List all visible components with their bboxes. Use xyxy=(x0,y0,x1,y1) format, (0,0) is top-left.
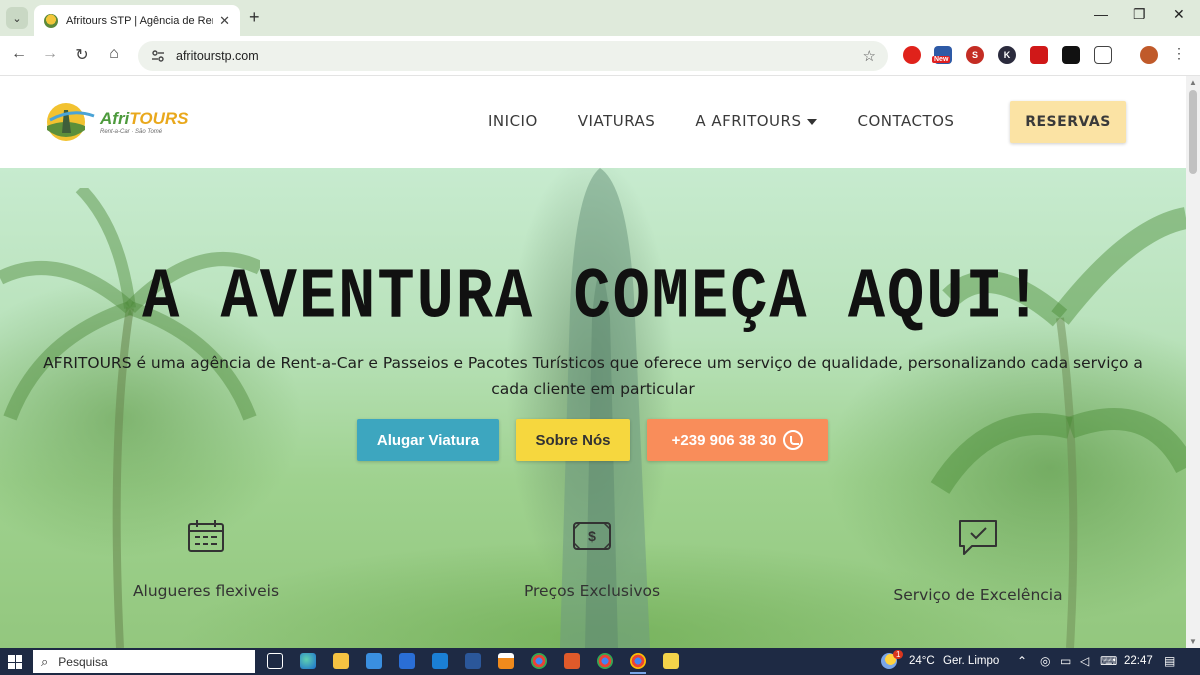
address-bar[interactable]: afritourstp.com ☆ xyxy=(138,41,888,71)
edge-browser-icon[interactable] xyxy=(300,653,316,669)
taskbar-search-box[interactable]: ⌕ Pesquisa xyxy=(33,650,255,673)
search-icon: ⌕ xyxy=(41,653,49,669)
windows-start-icon[interactable] xyxy=(8,655,22,669)
weather-temperature[interactable]: 24°C xyxy=(909,655,935,667)
tab-close-icon[interactable]: ✕ xyxy=(219,13,230,29)
page-scrollbar[interactable]: ▲ ▼ xyxy=(1186,76,1200,648)
vlc-icon[interactable] xyxy=(498,653,514,669)
chrome-profile-icon[interactable] xyxy=(597,653,613,669)
chat-check-icon xyxy=(959,520,997,555)
afritours-logo[interactable]: AfriTOURS Rent-a-Car · São Tomé xyxy=(44,100,188,144)
tab-search-button[interactable]: ⌄ xyxy=(6,7,28,29)
restore-button[interactable]: ❐ xyxy=(1133,6,1146,23)
file-explorer-icon[interactable] xyxy=(333,653,349,669)
browser-tabstrip: ⌄ Afritours STP | Agência de Rent ✕ + — … xyxy=(0,0,1200,36)
opera-extension-icon[interactable] xyxy=(903,46,921,64)
chevron-down-icon: ⌄ xyxy=(12,12,22,25)
logo-text-tours: TOURS xyxy=(129,108,189,128)
calendar-icon xyxy=(188,520,224,552)
main-navigation: INICIO VIATURAS A AFRITOURS CONTACTOS xyxy=(488,112,994,130)
sticky-notes-icon[interactable] xyxy=(663,653,679,669)
address-url: afritourstp.com xyxy=(176,49,259,63)
taskbar-clock[interactable]: 22:47 xyxy=(1124,655,1153,667)
logo-text-afri: Afri xyxy=(100,108,130,128)
site-header: AfriTOURS Rent-a-Car · São Tomé INICIO V… xyxy=(0,76,1186,168)
tab-title: Afritours STP | Agência de Rent xyxy=(66,14,214,27)
chrome-active-icon[interactable] xyxy=(630,653,646,669)
scroll-up-arrow-icon[interactable]: ▲ xyxy=(1189,78,1197,87)
app-orange-icon[interactable] xyxy=(564,653,580,669)
svg-text:$: $ xyxy=(588,528,596,544)
phone-number: +239 906 38 30 xyxy=(671,431,777,449)
tray-chevron-up-icon[interactable]: ⌃ xyxy=(1017,654,1027,668)
tray-network-icon[interactable]: ◎ xyxy=(1040,654,1050,668)
nav-link-afritours[interactable]: A AFRITOURS xyxy=(695,112,818,130)
nav-link-viaturas[interactable]: VIATURAS xyxy=(578,112,656,130)
new-tab-button[interactable]: + xyxy=(249,8,260,26)
dark-extension-icon[interactable] xyxy=(1062,46,1080,64)
mail-icon[interactable] xyxy=(399,653,415,669)
hero-title: A AVENTURA COMEÇA AQUI! xyxy=(142,256,1044,339)
app-icon[interactable] xyxy=(432,653,448,669)
nav-link-contactos[interactable]: CONTACTOS xyxy=(857,112,954,130)
weather-description[interactable]: Ger. Limpo xyxy=(943,655,999,667)
whatsapp-icon xyxy=(783,430,804,450)
windows-taskbar: ⌕ Pesquisa 1 24°C Ger. Limpo ⌃ ◎ ▭ ◁ ⌨ 2… xyxy=(0,648,1200,675)
nav-link-inicio[interactable]: INICIO xyxy=(488,112,538,130)
notifications-icon[interactable]: ▤ xyxy=(1164,654,1175,668)
task-view-icon[interactable] xyxy=(267,653,283,669)
taskbar-search-placeholder: Pesquisa xyxy=(58,654,108,669)
browser-tab-active[interactable]: Afritours STP | Agência de Rent ✕ xyxy=(34,5,240,36)
profile-avatar[interactable] xyxy=(1140,46,1158,64)
chrome-icon[interactable] xyxy=(531,653,547,669)
logo-tagline: Rent-a-Car · São Tomé xyxy=(100,128,163,135)
reservas-button[interactable]: RESERVAS xyxy=(1010,101,1126,143)
web-page: AfriTOURS Rent-a-Car · São Tomé INICIO V… xyxy=(0,76,1186,648)
word-icon[interactable] xyxy=(465,653,481,669)
feature-label: Alugueres flexiveis xyxy=(132,582,280,600)
feature-excellent-service: Serviço de Excelência xyxy=(848,518,1108,604)
close-window-button[interactable]: ✕ xyxy=(1173,6,1185,23)
news-extension-icon[interactable]: New xyxy=(932,46,952,64)
sobre-nos-button[interactable]: Sobre Nós xyxy=(516,419,630,461)
feature-label: Serviço de Excelência xyxy=(893,586,1063,604)
active-app-indicator xyxy=(630,672,646,674)
nav-link-afritours-label: A AFRITOURS xyxy=(695,112,802,130)
alugar-viatura-button[interactable]: Alugar Viatura xyxy=(357,419,499,461)
site-favicon-icon xyxy=(44,13,58,28)
minimize-button[interactable]: — xyxy=(1094,6,1108,22)
reload-button[interactable]: ↻ xyxy=(71,45,93,65)
s-extension-icon[interactable]: S xyxy=(966,46,984,64)
hero-description: AFRITOURS é uma agência de Rent-a-Car e … xyxy=(43,354,1143,398)
weather-badge: 1 xyxy=(893,650,904,659)
red-extension-icon[interactable] xyxy=(1030,46,1048,64)
feature-flexible-rentals: Alugueres flexiveis xyxy=(76,518,336,600)
k-extension-icon[interactable]: K xyxy=(998,46,1016,64)
caret-down-icon xyxy=(807,118,818,125)
tray-power-icon[interactable]: ▭ xyxy=(1060,654,1071,668)
hero-section: A AVENTURA COMEÇA AQUI! AFRITOURS é uma … xyxy=(0,168,1186,648)
browser-toolbar: ← → ↻ ⌂ afritourstp.com ☆ New S K ⋮ xyxy=(0,36,1200,76)
extensions-puzzle-icon[interactable] xyxy=(1094,46,1112,64)
scroll-down-arrow-icon[interactable]: ▼ xyxy=(1189,637,1197,646)
browser-menu-icon[interactable]: ⋮ xyxy=(1168,45,1190,62)
logo-mark-icon xyxy=(44,100,96,144)
tray-volume-icon[interactable]: ◁ xyxy=(1080,654,1089,668)
bookmark-star-icon[interactable]: ☆ xyxy=(863,47,876,65)
money-icon: $ xyxy=(573,522,611,550)
tray-language-icon[interactable]: ⌨ xyxy=(1100,654,1117,668)
scrollbar-thumb[interactable] xyxy=(1189,90,1197,174)
whatsapp-phone-button[interactable]: +239 906 38 30 xyxy=(647,419,828,461)
home-button[interactable]: ⌂ xyxy=(103,45,125,63)
feature-exclusive-prices: $ Preços Exclusivos xyxy=(462,518,722,600)
back-button[interactable]: ← xyxy=(8,45,30,63)
feature-label: Preços Exclusivos xyxy=(523,582,661,600)
extension-new-badge: New xyxy=(932,56,951,63)
site-info-icon[interactable] xyxy=(150,48,166,64)
forward-button[interactable]: → xyxy=(39,45,61,63)
store-icon[interactable] xyxy=(366,653,382,669)
